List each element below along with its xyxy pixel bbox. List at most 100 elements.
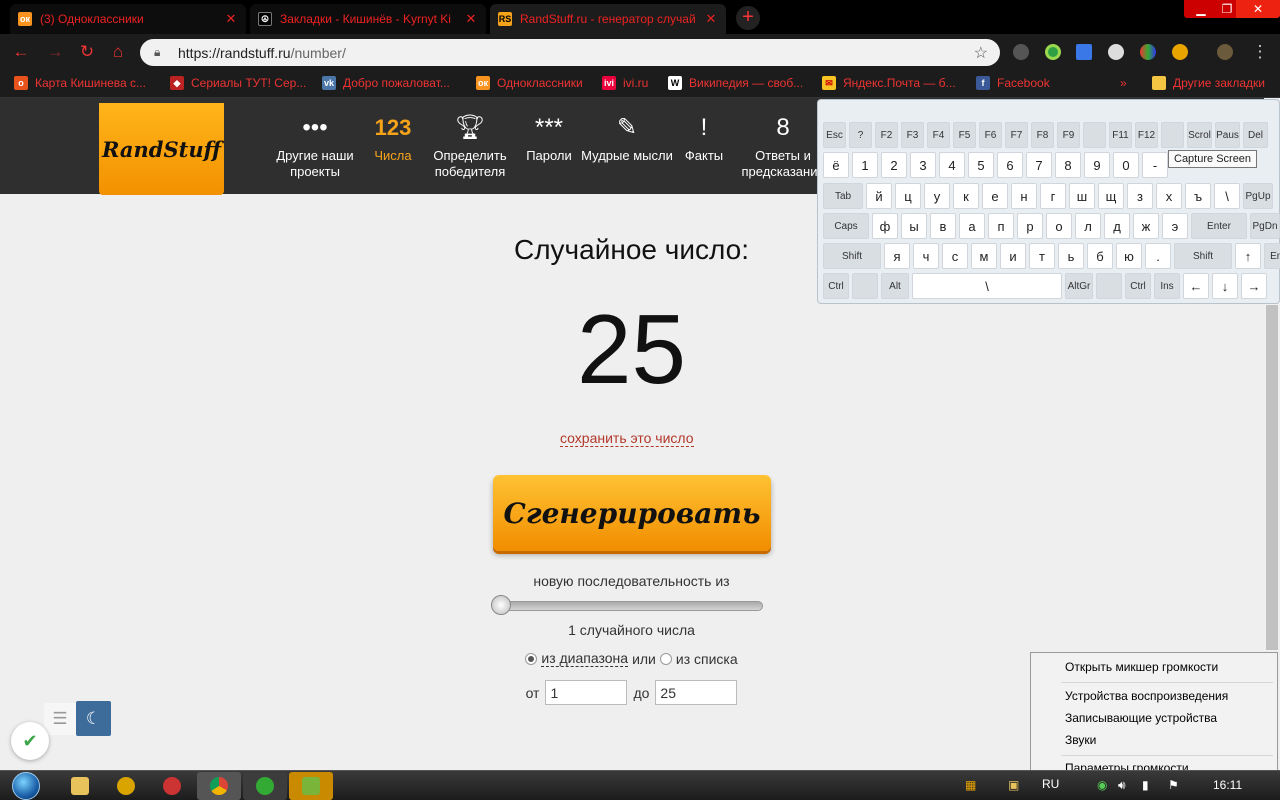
key[interactable]: Enter xyxy=(1191,213,1247,239)
key[interactable]: F5 xyxy=(953,122,976,148)
key[interactable]: ? xyxy=(849,122,872,148)
hamburger-icon[interactable]: ☰ xyxy=(44,703,76,735)
tab-bookmarks-site[interactable]: ☮ Закладки - Кишинёв - Kуrnyt Ki ✕ xyxy=(250,4,486,34)
key[interactable]: 8 xyxy=(1055,152,1081,178)
key[interactable]: PgDn xyxy=(1250,213,1280,239)
bookmark-item[interactable]: ◆ Сериалы ТУТ! Сер... xyxy=(170,76,306,90)
key[interactable]: 3 xyxy=(910,152,936,178)
key[interactable]: и xyxy=(1000,243,1026,269)
shield-icon[interactable]: ✔ xyxy=(11,722,49,760)
scrollbar-thumb[interactable] xyxy=(1266,305,1278,650)
key[interactable]: г xyxy=(1040,183,1066,209)
key[interactable]: б xyxy=(1087,243,1113,269)
tray-icon[interactable]: ◉ xyxy=(1097,778,1107,792)
key[interactable]: Ctrl xyxy=(1125,273,1151,299)
home-icon[interactable]: ⌂ xyxy=(108,42,128,62)
other-bookmarks[interactable]: Другие закладки xyxy=(1152,76,1265,90)
key[interactable]: \ xyxy=(912,273,1062,299)
key[interactable]: ъ xyxy=(1185,183,1211,209)
key[interactable] xyxy=(1083,122,1106,148)
tab-randstuff[interactable]: RS RandStuff.ru - генератор случай ✕ xyxy=(490,4,726,34)
bookmark-item[interactable]: ivi ivi.ru xyxy=(602,76,648,90)
key[interactable]: 9 xyxy=(1084,152,1110,178)
key[interactable]: щ xyxy=(1098,183,1124,209)
key[interactable]: Esc xyxy=(823,122,846,148)
key[interactable]: й xyxy=(866,183,892,209)
key[interactable]: 0 xyxy=(1113,152,1139,178)
key[interactable]: н xyxy=(1011,183,1037,209)
key[interactable]: 4 xyxy=(939,152,965,178)
bookmark-item[interactable]: f Facebook xyxy=(976,76,1050,90)
taskbar-app[interactable] xyxy=(289,772,333,800)
save-number-link[interactable]: сохранить это число xyxy=(560,430,694,447)
key[interactable]: ← xyxy=(1183,273,1209,299)
back-icon[interactable]: ← xyxy=(11,42,31,62)
key[interactable]: ё xyxy=(823,152,849,178)
bookmarks-overflow[interactable]: » xyxy=(1120,76,1127,90)
key[interactable]: ь xyxy=(1058,243,1084,269)
to-input[interactable] xyxy=(655,680,738,705)
new-tab-button[interactable]: + xyxy=(736,6,760,30)
extension-icon[interactable] xyxy=(1013,44,1029,60)
key[interactable]: F11 xyxy=(1109,122,1132,148)
key[interactable]: п xyxy=(988,213,1014,239)
key[interactable]: F9 xyxy=(1057,122,1080,148)
key[interactable]: Ctrl xyxy=(823,273,849,299)
extension-icon[interactable] xyxy=(1140,44,1156,60)
taskbar-chrome[interactable] xyxy=(197,772,241,800)
menu-item-playback[interactable]: Устройства воспроизведения xyxy=(1065,689,1228,703)
key[interactable]: Shift xyxy=(1174,243,1232,269)
tab-odnoklassniki[interactable]: ок (3) Одноклассники ✕ xyxy=(10,4,246,34)
key[interactable]: с xyxy=(942,243,968,269)
keyboard-tray-icon[interactable]: ▦ xyxy=(965,778,976,792)
bookmark-item[interactable]: ок Одноклассники xyxy=(476,76,583,90)
key[interactable]: 2 xyxy=(881,152,907,178)
key[interactable]: F6 xyxy=(979,122,1002,148)
key[interactable]: F3 xyxy=(901,122,924,148)
bookmark-star-icon[interactable]: ☆ xyxy=(974,43,988,63)
key[interactable]: Alt xyxy=(881,273,909,299)
key[interactable]: End xyxy=(1264,243,1280,269)
key[interactable]: т xyxy=(1029,243,1055,269)
key[interactable]: д xyxy=(1104,213,1130,239)
taskbar-app[interactable] xyxy=(104,772,148,800)
volume-icon[interactable]: 🔊︎ xyxy=(1118,778,1126,793)
menu-item-mixer[interactable]: Открыть микшер громкости xyxy=(1065,660,1218,674)
taskbar-app[interactable] xyxy=(150,772,194,800)
key[interactable]: я xyxy=(884,243,910,269)
key[interactable]: е xyxy=(982,183,1008,209)
flag-icon[interactable]: ⚑ xyxy=(1168,778,1179,792)
key[interactable]: ю xyxy=(1116,243,1142,269)
key[interactable]: Paus xyxy=(1215,122,1240,148)
key[interactable]: ↑ xyxy=(1235,243,1261,269)
key[interactable]: 7 xyxy=(1026,152,1052,178)
range-option-label[interactable]: из диапазона xyxy=(541,650,629,667)
key[interactable]: ш xyxy=(1069,183,1095,209)
key[interactable]: к xyxy=(953,183,979,209)
translate-icon[interactable] xyxy=(1076,44,1092,60)
key[interactable]: о xyxy=(1046,213,1072,239)
key[interactable]: Del xyxy=(1243,122,1268,148)
key[interactable]: \ xyxy=(1214,183,1240,209)
key[interactable]: х xyxy=(1156,183,1182,209)
network-icon[interactable]: ▮ xyxy=(1142,778,1149,792)
key[interactable]: AltGr xyxy=(1065,273,1093,299)
key[interactable]: р xyxy=(1017,213,1043,239)
key[interactable]: 5 xyxy=(968,152,994,178)
key[interactable]: в xyxy=(930,213,956,239)
key[interactable]: э xyxy=(1162,213,1188,239)
key[interactable]: ц xyxy=(895,183,921,209)
night-mode-icon[interactable]: ☾ xyxy=(76,701,111,736)
key[interactable]: F7 xyxy=(1005,122,1028,148)
forward-icon[interactable]: → xyxy=(45,42,65,62)
key[interactable]: Tab xyxy=(823,183,863,209)
key[interactable]: 6 xyxy=(997,152,1023,178)
key[interactable]: м xyxy=(971,243,997,269)
range-radio[interactable] xyxy=(525,652,538,665)
extension-icon[interactable] xyxy=(1108,44,1124,60)
key[interactable]: а xyxy=(959,213,985,239)
bookmark-item[interactable]: ✉ Яндекс.Почта — б... xyxy=(822,76,956,90)
close-icon[interactable]: ✕ xyxy=(704,11,718,27)
site-logo[interactable]: RandStuff xyxy=(99,103,224,195)
taskbar-app[interactable] xyxy=(243,772,287,800)
